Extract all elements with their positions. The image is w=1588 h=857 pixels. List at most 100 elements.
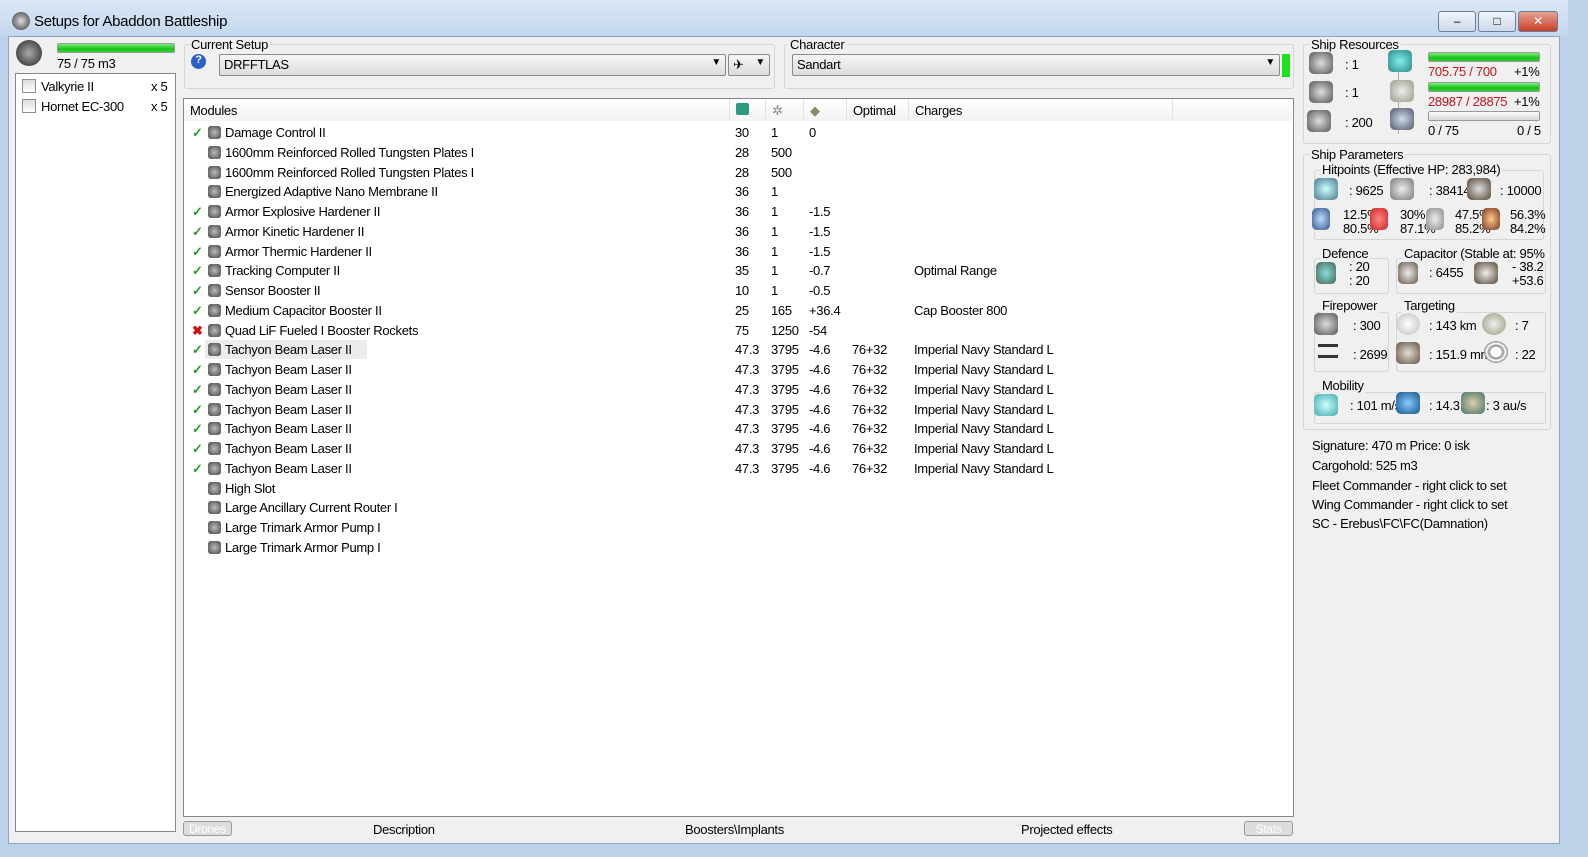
setup-select[interactable]: DRFFTLAS ▼ (219, 54, 726, 76)
tab-projected-effects[interactable]: Projected effects (1021, 822, 1113, 837)
drone-bandwidth-icon (1307, 110, 1331, 132)
modules-table: Modules ✲ ◆ Optimal Charges ✓ Damage Cont… (183, 98, 1294, 817)
col-charges[interactable]: Charges (909, 99, 1173, 121)
tab-stats[interactable]: Stats (1244, 821, 1293, 836)
status-ok-icon: ✓ (192, 421, 203, 437)
module-icon (208, 165, 221, 179)
hull-hp: : 10000 (1500, 183, 1542, 198)
fleet-commander[interactable]: Fleet Commander - right click to set (1312, 478, 1507, 493)
module-name: Energized Adaptive Nano Membrane II (225, 184, 438, 200)
warp-speed-icon (1461, 392, 1485, 414)
module-row[interactable]: ✓ Tachyon Beam Laser II 47.3 3795 -4.6 76+32 I… (184, 439, 1292, 459)
module-cpu: 36 (735, 223, 749, 239)
module-powergrid: 1 (771, 125, 778, 140)
help-icon[interactable]: ? (191, 54, 206, 69)
module-row[interactable]: Large Trimark Armor Pump I (184, 518, 1292, 538)
module-row[interactable]: ✓ Tracking Computer II 35 1 -0.7 Optimal Rang… (184, 261, 1292, 281)
tab-drones[interactable]: Drones (183, 821, 232, 836)
module-row[interactable]: ✓ Sensor Booster II 10 1 -0.5 (184, 281, 1292, 301)
module-name: Large Trimark Armor Pump I (225, 520, 381, 535)
thermal-resist-icon (1370, 208, 1388, 230)
powergrid-bar (1428, 82, 1540, 92)
module-row[interactable]: ✖ Quad LiF Fueled I Booster Rockets 75 1250… (184, 321, 1292, 341)
module-cpu: 30 (735, 125, 749, 140)
hitpoints-label: Hitpoints (Effective HP: 283,984) (1320, 162, 1503, 177)
module-row[interactable]: 1600mm Reinforced Rolled Tungsten Plates… (184, 143, 1292, 163)
module-cpu: 25 (735, 302, 749, 318)
status-ok-icon: ✓ (192, 223, 203, 239)
module-powergrid: 1 (771, 263, 778, 279)
module-row[interactable]: ✓ Armor Thermic Hardener II 36 1 -1.5 (184, 242, 1292, 262)
module-row[interactable]: Large Ancillary Current Router I (184, 498, 1292, 518)
tab-description[interactable]: Description (373, 822, 435, 837)
drone-checkbox[interactable] (22, 79, 36, 93)
module-icon (208, 521, 221, 534)
chevron-down-icon: ▼ (1265, 57, 1275, 68)
col-capacitor[interactable]: ◆ (804, 99, 847, 121)
module-optimal: 76+32 (852, 441, 888, 456)
module-powergrid: 1 (771, 184, 778, 200)
drone-bay-bar (57, 43, 175, 53)
drone-checkbox[interactable] (22, 99, 36, 113)
module-row[interactable]: ✓ Tachyon Beam Laser II 47.3 3795 -4.6 76+32 I… (184, 400, 1292, 420)
dps: : 2699 (1353, 347, 1388, 362)
module-row[interactable]: ✓ Tachyon Beam Laser II 47.3 3795 -4.6 76+32 I… (184, 419, 1292, 439)
module-row[interactable]: ✓ Armor Kinetic Hardener II 36 1 -1.5 (184, 222, 1292, 242)
character-select[interactable]: Sandart ▼ (792, 54, 1280, 76)
module-row[interactable]: ✓ Tachyon Beam Laser II 47.3 3795 -4.6 76+32 I… (184, 459, 1292, 479)
module-row[interactable]: ✓ Tachyon Beam Laser II 47.3 3795 -4.6 76+32 I… (184, 360, 1292, 380)
module-cpu: 36 (735, 184, 749, 200)
calibration-usage: 0 / 75 (1428, 123, 1459, 138)
mobility-label: Mobility (1320, 378, 1366, 393)
col-optimal[interactable]: Optimal (847, 99, 909, 121)
module-icon (208, 284, 221, 297)
character-status-indicator (1282, 54, 1290, 77)
module-powergrid: 1 (771, 204, 778, 219)
ship-menu-button[interactable]: ✈ ▼ (728, 54, 770, 76)
module-icon (208, 185, 221, 199)
col-cpu[interactable] (730, 99, 766, 121)
volley-damage: : 300 (1353, 318, 1381, 333)
module-row[interactable]: High Slot (184, 479, 1292, 499)
module-row[interactable]: Large Trimark Armor Pump I (184, 538, 1292, 558)
minimize-button[interactable]: ‒ (1438, 11, 1476, 32)
module-cpu: 47.3 (735, 381, 760, 397)
status-ok-icon: ✓ (192, 441, 203, 456)
module-capacitor: -4.6 (809, 460, 831, 476)
module-capacitor: -1.5 (809, 223, 831, 239)
module-powergrid: 3795 (771, 441, 799, 456)
module-icon (208, 422, 221, 436)
module-row[interactable]: ✓ Medium Capacitor Booster II 25 165 +36.4 Ca… (184, 301, 1292, 321)
module-name: High Slot (225, 480, 276, 496)
module-cpu: 35 (735, 263, 749, 279)
module-capacitor: -4.6 (809, 441, 831, 456)
window-title: Setups for Abaddon Battleship (34, 13, 228, 30)
tab-boosters-implants[interactable]: Boosters\Implants (685, 822, 784, 837)
module-row[interactable]: Energized Adaptive Nano Membrane II 36 1 (184, 182, 1292, 202)
module-capacitor: -54 (809, 322, 827, 338)
module-row[interactable]: ✓ Armor Explosive Hardener II 36 1 -1.5 (184, 202, 1292, 222)
col-modules[interactable]: Modules (184, 99, 730, 121)
module-powergrid: 3795 (771, 460, 799, 476)
module-row[interactable]: ✓ Tachyon Beam Laser II 47.3 3795 -4.6 76+32 I… (184, 380, 1292, 400)
module-row[interactable]: 1600mm Reinforced Rolled Tungsten Plates… (184, 163, 1292, 183)
col-powergrid[interactable]: ✲ (766, 99, 804, 121)
volley-icon (1314, 313, 1338, 335)
scan-res-icon (1484, 341, 1508, 363)
module-icon (208, 481, 221, 495)
close-button[interactable]: ✕ (1518, 11, 1558, 32)
maximize-button[interactable]: □ (1478, 11, 1516, 32)
character-value: Sandart (797, 57, 841, 72)
module-charge: Imperial Navy Standard L (914, 401, 1054, 417)
chevron-down-icon: ▼ (711, 57, 721, 68)
squad-commander[interactable]: SC - Erebus\FC\FC(Damnation) (1312, 516, 1488, 531)
status-ok-icon: ✓ (192, 263, 203, 279)
module-row[interactable]: ✓ Damage Control II 30 1 0 (184, 123, 1292, 143)
drone-list: Valkyrie II x 5 Hornet EC-300 x 5 (15, 73, 176, 832)
status-ok-icon: ✓ (192, 401, 203, 417)
module-powergrid: 3795 (771, 342, 799, 358)
shield-hp: : 9625 (1349, 183, 1384, 198)
defence-value-2: : 20 (1349, 273, 1370, 288)
module-row[interactable]: ✓ Tachyon Beam Laser II 47.3 3795 -4.6 76+32 I… (184, 340, 1292, 360)
wing-commander[interactable]: Wing Commander - right click to set (1312, 497, 1508, 512)
